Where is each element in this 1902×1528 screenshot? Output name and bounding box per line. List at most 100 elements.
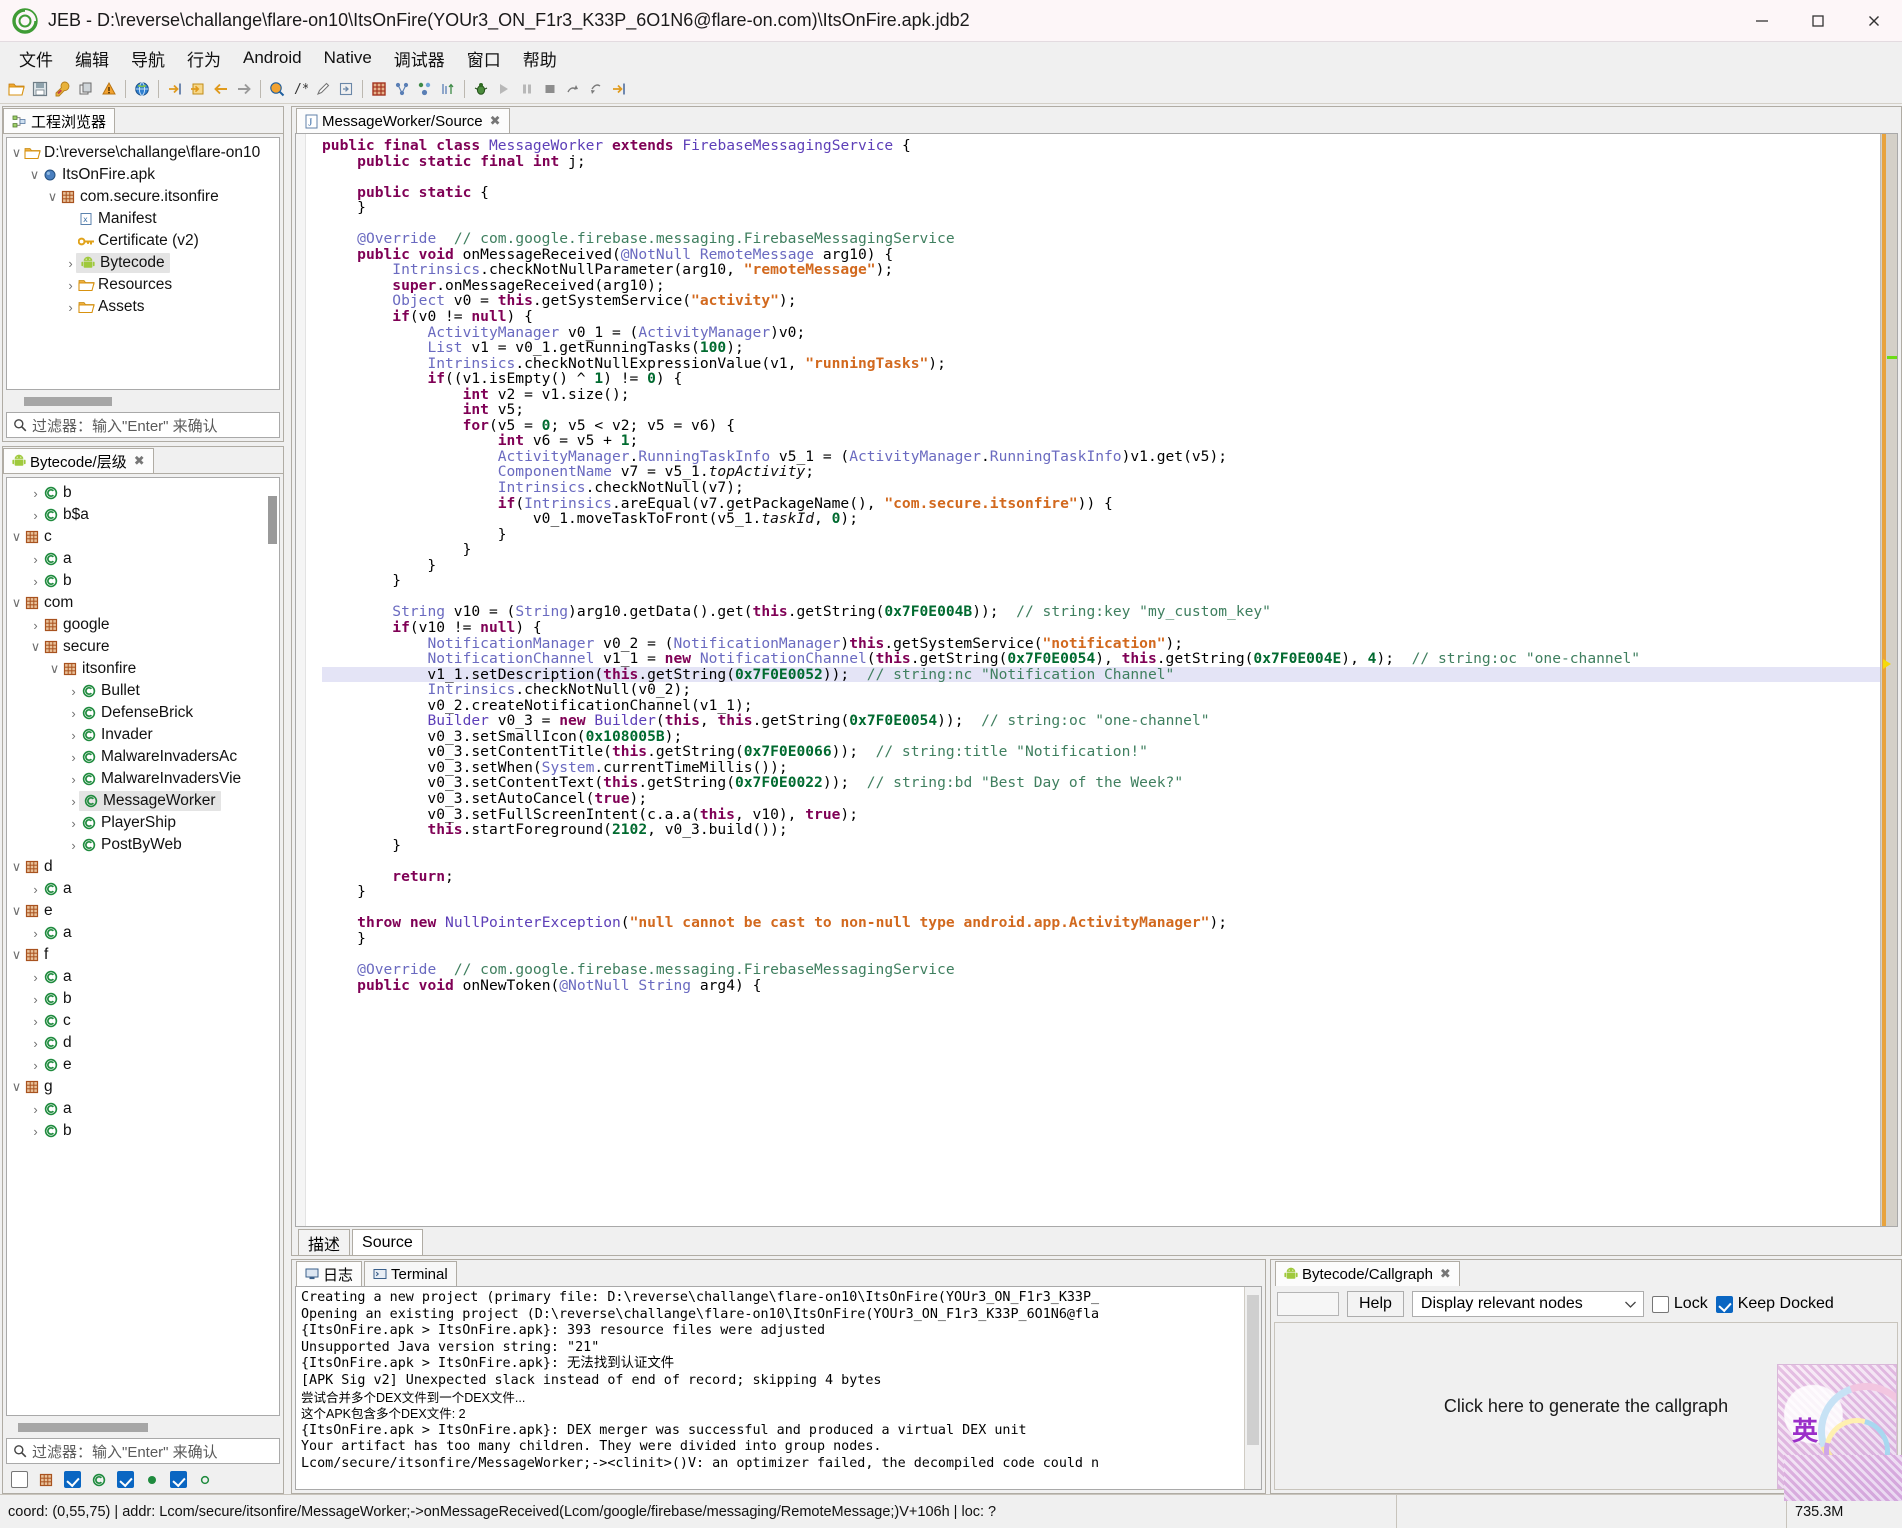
chevron-down-icon[interactable]: ∨: [47, 189, 58, 205]
chevron-right-icon[interactable]: ›: [30, 1102, 41, 1117]
grid-icon[interactable]: [368, 78, 390, 100]
hierarchy-tree[interactable]: › b › b$a ∨ c › a › b ∨ com › google ∨ secure ∨ itsonfire…: [6, 477, 280, 1416]
tree-item[interactable]: ∨ f: [7, 944, 279, 966]
pause-icon[interactable]: [516, 78, 538, 100]
tree-item[interactable]: › Invader: [7, 724, 279, 746]
tree-item[interactable]: › a: [7, 922, 279, 944]
tree-item[interactable]: ∨ ItsOnFire.apk: [7, 164, 279, 186]
tree-item[interactable]: › Assets: [7, 296, 279, 318]
back-arrow-icon[interactable]: [210, 78, 232, 100]
chevron-right-icon[interactable]: ›: [30, 552, 41, 567]
menu-file[interactable]: 文件: [8, 42, 64, 75]
tree-item[interactable]: ∨ com: [7, 592, 279, 614]
chevron-right-icon[interactable]: ›: [65, 256, 76, 271]
tree-item[interactable]: › MalwareInvadersAc: [7, 746, 279, 768]
tree-item[interactable]: › a: [7, 1098, 279, 1120]
tree-item[interactable]: ∨ secure: [7, 636, 279, 658]
menu-android[interactable]: Android: [232, 44, 313, 72]
close-icon[interactable]: ✖: [134, 453, 145, 469]
step-over-icon[interactable]: [562, 78, 584, 100]
callgraph-keepdocked-checkbox[interactable]: Keep Docked: [1715, 1295, 1834, 1313]
tree-item[interactable]: › b: [7, 1120, 279, 1142]
goto-icon[interactable]: [164, 78, 186, 100]
chevron-right-icon[interactable]: ›: [30, 1036, 41, 1051]
tab-project-explorer[interactable]: 工程浏览器: [3, 108, 116, 133]
chevron-down-icon[interactable]: ∨: [11, 595, 22, 611]
project-tree-hscroll-thumb[interactable]: [24, 397, 112, 406]
tree-item[interactable]: Certificate (v2): [7, 230, 279, 252]
tree-item[interactable]: › DefenseBrick: [7, 702, 279, 724]
close-icon[interactable]: ✖: [1440, 1266, 1451, 1282]
editor-bottom-tab-source[interactable]: Source: [352, 1229, 423, 1255]
chevron-right-icon[interactable]: ›: [30, 486, 41, 501]
tree-item[interactable]: › PlayerShip: [7, 812, 279, 834]
tab-bytecode-hierarchy[interactable]: Bytecode/层级 ✖: [3, 448, 154, 473]
chevron-right-icon[interactable]: ›: [65, 300, 76, 315]
menu-window[interactable]: 窗口: [456, 42, 512, 75]
chevron-right-icon[interactable]: ›: [68, 772, 79, 787]
chevron-down-icon[interactable]: ∨: [11, 1079, 22, 1095]
run-icon[interactable]: [493, 78, 515, 100]
chevron-right-icon[interactable]: ›: [30, 992, 41, 1007]
tree-item[interactable]: › a: [7, 548, 279, 570]
menu-help[interactable]: 帮助: [512, 42, 568, 75]
chevron-right-icon[interactable]: ›: [68, 706, 79, 721]
globe-icon[interactable]: [131, 78, 153, 100]
tree-item[interactable]: › d: [7, 1032, 279, 1054]
chevron-down-icon[interactable]: ∨: [11, 903, 22, 919]
search-globe-icon[interactable]: [266, 78, 288, 100]
hierarchy-filter-input[interactable]: 过滤器：输入"Enter" 来确认: [6, 1438, 280, 1464]
maximize-button[interactable]: [1790, 0, 1846, 42]
menu-native[interactable]: Native: [313, 44, 383, 72]
log-content[interactable]: Creating a new project (primary file: D:…: [295, 1286, 1262, 1490]
tab-log[interactable]: 日志: [296, 1261, 363, 1286]
chevron-down-icon[interactable]: ∨: [30, 639, 41, 655]
chevron-right-icon[interactable]: ›: [30, 926, 41, 941]
forward-arrow-icon[interactable]: [233, 78, 255, 100]
filter-toggle-blank[interactable]: [11, 1471, 28, 1488]
callgraph-search-input[interactable]: [1277, 1292, 1339, 1316]
tree-item[interactable]: › b: [7, 570, 279, 592]
tab-bytecode-callgraph[interactable]: Bytecode/Callgraph ✖: [1275, 1261, 1460, 1286]
hierarchy-vscroll-thumb[interactable]: [268, 496, 277, 544]
tree-item[interactable]: › Resources: [7, 274, 279, 296]
tree-item[interactable]: › MalwareInvadersVie: [7, 768, 279, 790]
wrench-icon[interactable]: [52, 78, 74, 100]
open-folder-icon[interactable]: [6, 78, 28, 100]
nodes-icon[interactable]: [414, 78, 436, 100]
chevron-right-icon[interactable]: ›: [30, 1014, 41, 1029]
hierarchy-hscrollbar[interactable]: [6, 1421, 280, 1433]
sort-icon[interactable]: [437, 78, 459, 100]
code-view[interactable]: public final class MessageWorker extends…: [295, 133, 1898, 1227]
stop-icon[interactable]: [539, 78, 561, 100]
show-methods-toggle[interactable]: [117, 1471, 134, 1488]
project-tree[interactable]: ∨ D:\reverse\challange\flare-on10 ∨ ItsOnFi…: [6, 137, 280, 390]
chevron-right-icon[interactable]: ›: [68, 816, 79, 831]
project-tree-hscrollbar[interactable]: [6, 395, 280, 407]
tree-item[interactable]: › google: [7, 614, 279, 636]
graph-icon[interactable]: [391, 78, 413, 100]
step-return-icon[interactable]: [585, 78, 607, 100]
chevron-right-icon[interactable]: ›: [68, 838, 79, 853]
chevron-right-icon[interactable]: ›: [30, 882, 41, 897]
tree-item[interactable]: › PostByWeb: [7, 834, 279, 856]
tree-item[interactable]: › a: [7, 878, 279, 900]
tree-item[interactable]: › MessageWorker: [7, 790, 279, 812]
chevron-right-icon[interactable]: ›: [68, 750, 79, 765]
warning-icon[interactable]: [98, 78, 120, 100]
tree-item[interactable]: ∨ D:\reverse\challange\flare-on10: [7, 142, 279, 164]
goto-address-icon[interactable]: [187, 78, 209, 100]
tree-item[interactable]: › b$a: [7, 504, 279, 526]
menu-edit[interactable]: 编辑: [64, 42, 120, 75]
log-vscroll-thumb[interactable]: [1247, 1295, 1259, 1445]
chevron-right-icon[interactable]: ›: [30, 970, 41, 985]
tree-item[interactable]: › b: [7, 482, 279, 504]
export-icon[interactable]: [335, 78, 357, 100]
code-text[interactable]: public final class MessageWorker extends…: [306, 134, 1880, 1226]
tree-item[interactable]: ∨ com.secure.itsonfire: [7, 186, 279, 208]
log-vertical-scrollbar[interactable]: [1244, 1287, 1261, 1489]
chevron-right-icon[interactable]: ›: [68, 684, 79, 699]
chevron-right-icon[interactable]: ›: [30, 618, 41, 633]
close-icon[interactable]: ✖: [490, 113, 501, 129]
menu-navigation[interactable]: 导航: [120, 42, 176, 75]
